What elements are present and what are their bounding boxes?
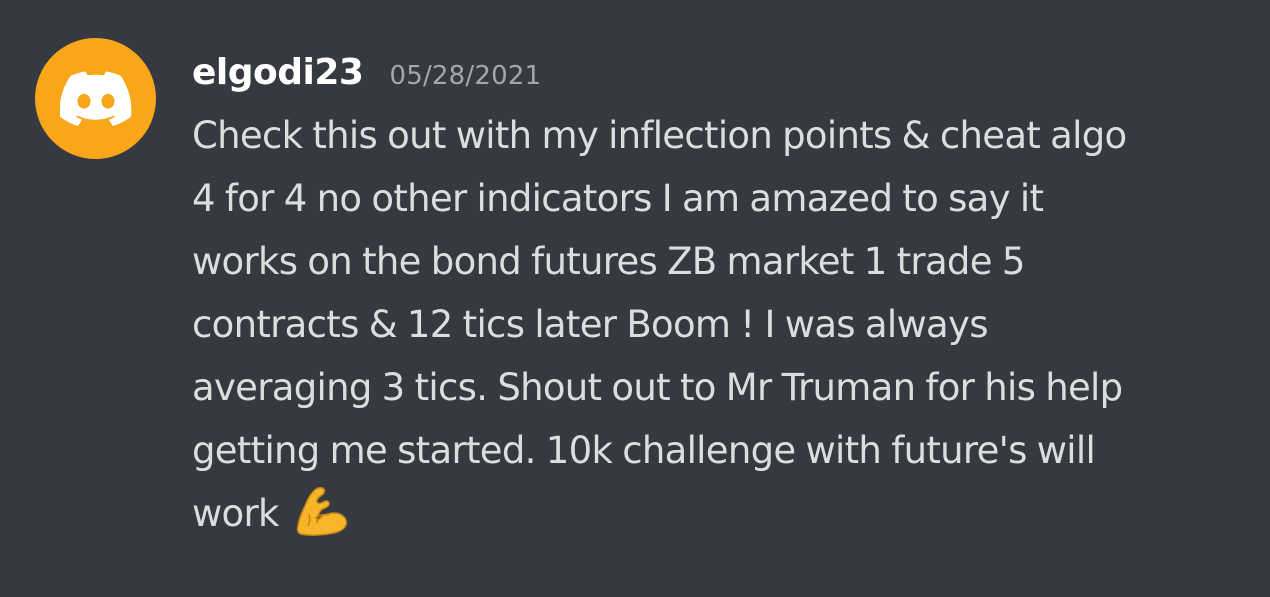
message-line: Check this out with my inflection points…: [192, 114, 1127, 157]
chat-message: elgodi23 05/28/2021 Check this out with …: [0, 0, 1270, 597]
message-line: averaging 3 tics. Shout out to Mr Truman…: [192, 366, 1123, 409]
username[interactable]: elgodi23: [192, 52, 364, 93]
message-last-line: work: [192, 482, 1257, 545]
message-line-text: work: [192, 492, 279, 535]
message-line: getting me started. 10k challenge with f…: [192, 429, 1096, 472]
message-content: Check this out with my inflection points…: [192, 104, 1257, 545]
discord-logo-icon: [59, 70, 132, 127]
message-header: elgodi23 05/28/2021: [192, 52, 541, 102]
avatar[interactable]: [35, 38, 156, 159]
message-line: works on the bond futures ZB market 1 tr…: [192, 240, 1025, 283]
message-line: 4 for 4 no other indicators I am amazed …: [192, 177, 1044, 220]
message-line: contracts & 12 tics later Boom ! I was a…: [192, 303, 988, 346]
timestamp: 05/28/2021: [389, 61, 542, 91]
flexed-biceps-icon[interactable]: [293, 484, 347, 538]
